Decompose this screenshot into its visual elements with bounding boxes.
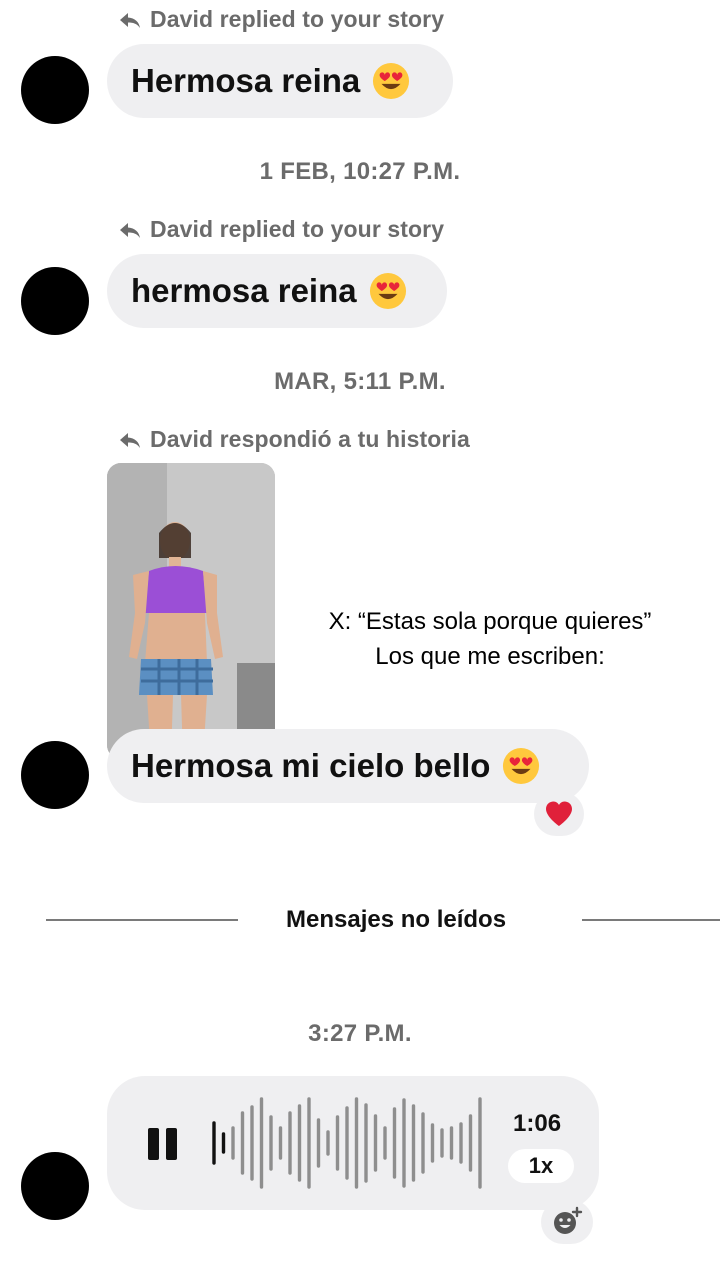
reply-label-text: David replied to your story xyxy=(150,216,445,242)
reply-arrow-icon xyxy=(120,12,140,28)
overlay-caption-line1: X: “Estas sola porque quieres” xyxy=(328,608,652,635)
message-bubble[interactable]: Hermosa reina xyxy=(107,44,453,118)
avatar[interactable] xyxy=(21,56,89,124)
timestamp: 1 FEB, 10:27 P.M. xyxy=(259,158,461,185)
avatar[interactable] xyxy=(21,267,89,335)
heart-eyes-emoji-icon xyxy=(503,747,540,785)
message-text: Hermosa mi cielo bello xyxy=(131,747,491,784)
story-thumbnail[interactable] xyxy=(107,463,275,759)
heart-eyes-emoji-icon xyxy=(369,272,406,310)
timestamp: 3:27 P.M. xyxy=(308,1020,412,1047)
heart-eyes-emoji-icon xyxy=(373,62,410,100)
add-reaction-icon xyxy=(554,1206,583,1234)
avatar[interactable] xyxy=(21,1152,89,1220)
timestamp: MAR, 5:11 P.M. xyxy=(274,368,446,395)
message-bubble[interactable]: Hermosa mi cielo bello xyxy=(107,729,589,803)
message-text: Hermosa reina xyxy=(131,62,361,99)
reply-label-text: David replied to your story xyxy=(150,6,445,32)
story-photo xyxy=(107,463,275,759)
audio-waveform[interactable] xyxy=(210,1096,490,1190)
reply-context-2: David replied to your story xyxy=(118,216,444,243)
reply-context-1: David replied to your story xyxy=(118,6,444,33)
pause-icon xyxy=(148,1128,177,1160)
reply-label-text: David respondió a tu historia xyxy=(150,426,470,452)
unread-divider-label: Mensajes no leídos xyxy=(286,906,507,933)
divider-line-left xyxy=(46,919,238,921)
message-reaction[interactable] xyxy=(534,792,584,836)
add-reaction-button[interactable] xyxy=(541,1200,593,1244)
reply-context-3: David respondió a tu historia xyxy=(118,426,470,453)
reply-arrow-icon xyxy=(120,222,140,238)
message-text: hermosa reina xyxy=(131,272,357,309)
red-heart-icon xyxy=(546,801,572,826)
pause-button[interactable] xyxy=(146,1126,180,1162)
playback-speed-button[interactable]: 1x xyxy=(508,1149,574,1183)
audio-duration: 1:06 xyxy=(513,1110,562,1137)
reply-arrow-icon xyxy=(120,432,140,448)
overlay-caption-line2: Los que me escriben: xyxy=(375,643,605,670)
message-bubble[interactable]: hermosa reina xyxy=(107,254,447,328)
avatar[interactable] xyxy=(21,741,89,809)
divider-line-right xyxy=(582,919,720,921)
